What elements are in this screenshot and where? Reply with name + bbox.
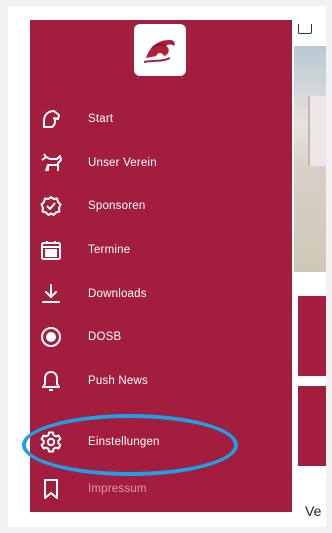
menu-item-push-news[interactable]: Push News bbox=[30, 361, 292, 401]
menu-item-dosb[interactable]: DOSB bbox=[30, 317, 292, 357]
content-card[interactable] bbox=[298, 296, 326, 376]
horse-icon bbox=[38, 150, 64, 176]
highlight-annotation bbox=[22, 414, 238, 476]
menu-item-label: Unser Verein bbox=[88, 157, 157, 169]
content-heading: Ve bbox=[305, 503, 322, 519]
download-icon bbox=[38, 281, 64, 307]
handshake-icon bbox=[38, 193, 64, 219]
menu-item-label: Termine bbox=[88, 244, 131, 256]
bell-icon bbox=[38, 368, 64, 394]
menu-item-label: Start bbox=[88, 113, 114, 125]
bookmark-icon bbox=[38, 476, 64, 502]
menu-item-impressum[interactable]: Impressum bbox=[30, 469, 292, 509]
menu-item-label: Impressum bbox=[88, 483, 147, 495]
menu-item-unser-verein[interactable]: Unser Verein bbox=[30, 143, 292, 183]
header-photo bbox=[294, 46, 326, 272]
calendar-icon bbox=[38, 237, 64, 263]
club-logo bbox=[134, 24, 186, 76]
menu-item-downloads[interactable]: Downloads bbox=[30, 274, 292, 314]
menu-item-label: Downloads bbox=[88, 288, 147, 300]
menu-item-label: Push News bbox=[88, 375, 148, 387]
menu-item-sponsoren[interactable]: Sponsoren bbox=[30, 186, 292, 226]
radio-circle-icon bbox=[38, 324, 64, 350]
menu-item-label: Sponsoren bbox=[88, 200, 146, 212]
menu-item-termine[interactable]: Termine bbox=[30, 230, 292, 270]
horse-head-icon bbox=[38, 106, 64, 132]
menu-item-start[interactable]: Start bbox=[30, 99, 292, 139]
content-card[interactable] bbox=[298, 386, 326, 466]
horse-logo-icon bbox=[143, 40, 175, 63]
toolbar-icon[interactable] bbox=[298, 24, 312, 34]
menu-item-label: DOSB bbox=[88, 331, 122, 343]
photo-detail bbox=[308, 96, 326, 166]
